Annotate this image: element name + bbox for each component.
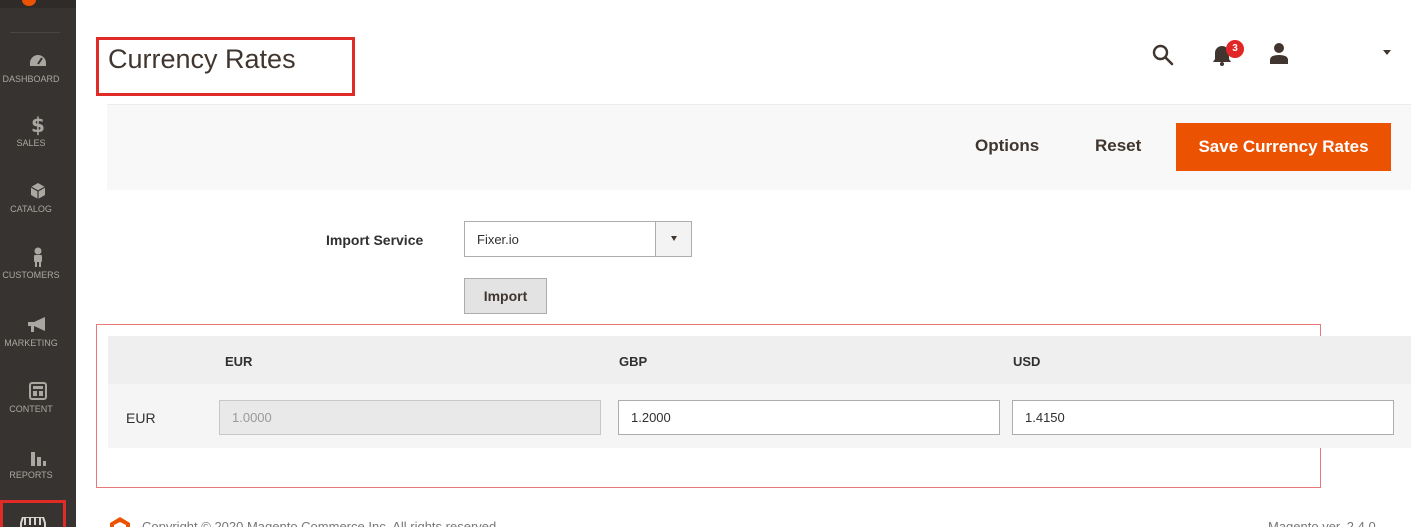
import-service-selected-value: Fixer.io <box>477 232 519 247</box>
admin-sidebar: DASHBOARD $ SALES CATALOG CUSTOMERS MARK… <box>0 0 76 527</box>
sidebar-item-customers[interactable]: CUSTOMERS <box>0 240 76 300</box>
sidebar-divider <box>10 32 60 33</box>
footer-copyright: Copyright © 2020 Magento Commerce Inc. A… <box>142 519 500 527</box>
sidebar-item-label: CONTENT <box>9 404 53 414</box>
options-button[interactable]: Options <box>975 136 1039 156</box>
person-icon <box>0 246 76 268</box>
import-service-label: Import Service <box>326 232 424 248</box>
save-currency-rates-button[interactable]: Save Currency Rates <box>1176 123 1391 171</box>
sidebar-item-sales[interactable]: $ SALES <box>0 108 76 168</box>
dashboard-icon <box>0 50 76 72</box>
layout-icon <box>0 380 76 402</box>
sidebar-item-reports[interactable]: REPORTS <box>0 440 76 500</box>
sidebar-item-label: SALES <box>16 138 46 148</box>
sidebar-item-marketing[interactable]: MARKETING <box>0 308 76 368</box>
select-arrow-button[interactable] <box>655 222 691 256</box>
rate-input-eur-usd[interactable] <box>1012 400 1394 435</box>
logo-bar <box>0 0 76 8</box>
rate-input-eur-eur <box>219 400 601 435</box>
sidebar-item-label: CUSTOMERS <box>2 270 60 280</box>
sidebar-item-content[interactable]: CONTENT <box>0 374 76 434</box>
sidebar-item-label: CATALOG <box>10 204 52 214</box>
chevron-down-icon <box>671 236 677 241</box>
sidebar-item-label: MARKETING <box>4 338 58 348</box>
store-icon <box>3 513 63 527</box>
dollar-icon: $ <box>31 113 45 137</box>
rates-table-header <box>108 336 1411 384</box>
footer-version: Magento ver. 2.4.0 <box>1268 519 1376 527</box>
reset-button[interactable]: Reset <box>1095 136 1141 156</box>
column-header-gbp: GBP <box>619 354 648 369</box>
page-title: Currency Rates <box>108 44 296 74</box>
import-button[interactable]: Import <box>464 278 547 314</box>
sidebar-item-label: REPORTS <box>9 470 53 480</box>
search-icon[interactable] <box>1152 44 1174 66</box>
column-header-usd: USD <box>1013 354 1041 369</box>
notifications-count-badge: 3 <box>1226 40 1244 58</box>
sidebar-item-catalog[interactable]: CATALOG <box>0 174 76 234</box>
sidebar-item-stores[interactable] <box>0 500 66 527</box>
magento-footer-logo-icon <box>108 516 132 527</box>
import-service-select[interactable]: Fixer.io <box>464 221 692 257</box>
sidebar-item-dashboard[interactable]: DASHBOARD <box>0 44 76 104</box>
user-account-icon[interactable] <box>1268 42 1290 66</box>
sidebar-item-label: DASHBOARD <box>2 74 60 84</box>
row-label-eur: EUR <box>126 410 156 426</box>
bar-chart-icon <box>0 446 76 468</box>
cube-icon <box>0 180 76 202</box>
column-header-eur: EUR <box>225 354 253 369</box>
chevron-down-icon[interactable] <box>1383 50 1391 55</box>
rate-input-eur-gbp[interactable] <box>618 400 1000 435</box>
megaphone-icon <box>0 314 76 336</box>
